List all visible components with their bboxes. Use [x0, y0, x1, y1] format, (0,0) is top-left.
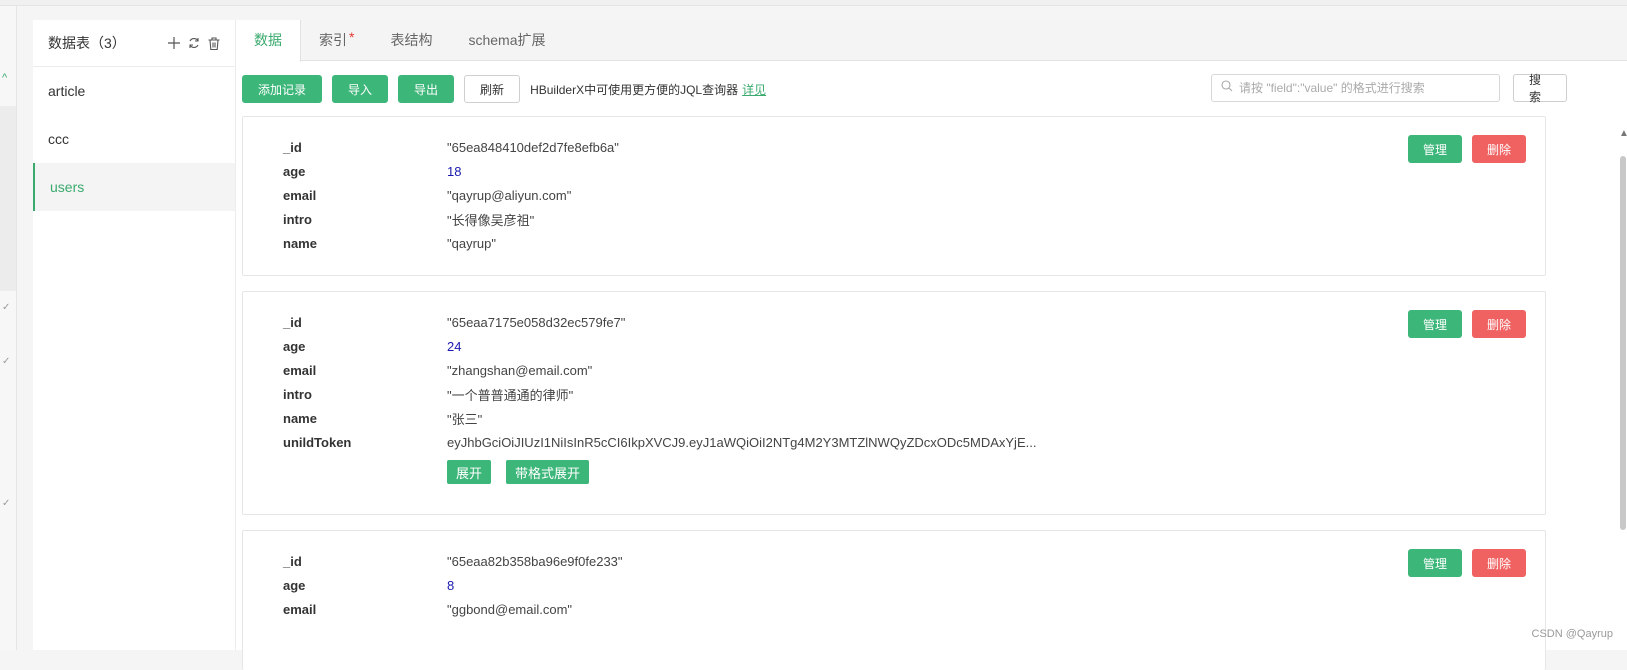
- expand-button[interactable]: 展开: [447, 460, 491, 484]
- field-key: name: [283, 236, 447, 251]
- field-row: intro"长得像吴彦祖": [283, 207, 534, 231]
- field-row: _id"65eaa7175e058d32ec579fe7": [283, 310, 625, 334]
- add-record-button[interactable]: 添加记录: [242, 75, 322, 103]
- left-nav-strip: ^ ✓ ✓ ✓: [0, 6, 17, 650]
- field-key: age: [283, 164, 447, 179]
- check-icon: ✓: [2, 356, 10, 367]
- field-value: "长得像吴彦祖": [447, 210, 534, 229]
- field-value: "一个普普通通的律师": [447, 385, 573, 404]
- manage-button[interactable]: 管理: [1408, 310, 1462, 338]
- delete-button[interactable]: 删除: [1472, 135, 1526, 163]
- jql-tip: HBuilderX中可使用更方便的JQL查询器详见: [530, 81, 766, 98]
- field-key: _id: [283, 315, 447, 330]
- tab-index[interactable]: 索引*: [301, 20, 372, 60]
- sidebar-item-ccc[interactable]: ccc: [33, 115, 235, 163]
- field-key: _id: [283, 554, 447, 569]
- manage-button[interactable]: 管理: [1408, 135, 1462, 163]
- expand-actions: 展开 带格式展开: [447, 460, 589, 484]
- record-actions: 管理 删除: [1408, 549, 1526, 577]
- trash-icon[interactable]: [208, 37, 220, 50]
- search-icon: [1221, 79, 1233, 97]
- check-icon: ✓: [2, 302, 10, 313]
- tab-index-label: 索引: [319, 32, 347, 48]
- sidebar-title: 数据表（3）: [48, 33, 126, 53]
- field-value: "65eaa82b358ba96e9f0fe233": [447, 554, 623, 569]
- field-key: unildToken: [283, 435, 447, 450]
- watermark: CSDN @Qayrup: [1532, 628, 1613, 640]
- field-value: "qayrup": [447, 236, 496, 251]
- field-row: email"qayrup@aliyun.com": [283, 183, 571, 207]
- field-key: intro: [283, 387, 447, 402]
- required-star-icon: *: [349, 29, 354, 45]
- toolbar: 添加记录 导入 导出 刷新 HBuilderX中可使用更方便的JQL查询器详见 …: [242, 74, 1627, 104]
- search-button[interactable]: 搜索: [1513, 74, 1567, 102]
- field-value: 8: [447, 578, 454, 593]
- window-top-bar: [0, 0, 1627, 6]
- collection-sidebar: 数据表（3） article ccc users: [33, 20, 236, 650]
- field-row: name"张三": [283, 406, 482, 430]
- sidebar-item-article[interactable]: article: [33, 67, 235, 115]
- left-nav-selected: [0, 106, 16, 291]
- tab-bar: 数据 索引* 表结构 schema扩展: [236, 20, 1627, 61]
- vertical-scrollbar[interactable]: ▲: [1619, 120, 1627, 540]
- check-icon: ✓: [2, 498, 10, 509]
- field-value: "qayrup@aliyun.com": [447, 188, 571, 203]
- manage-button[interactable]: 管理: [1408, 549, 1462, 577]
- search-box: [1211, 74, 1500, 102]
- field-value: "zhangshan@email.com": [447, 363, 592, 378]
- record-card: _id"65eaa82b358ba96e9f0fe233" age8 email…: [242, 530, 1546, 670]
- field-row: email"zhangshan@email.com": [283, 358, 592, 382]
- expand-formatted-button[interactable]: 带格式展开: [506, 460, 589, 484]
- record-actions: 管理 删除: [1408, 135, 1526, 163]
- scroll-up-arrow-icon[interactable]: ▲: [1619, 128, 1627, 139]
- field-value: "ggbond@email.com": [447, 602, 572, 617]
- field-value: "65ea848410def2d7fe8efb6a": [447, 140, 619, 155]
- search-input[interactable]: [1239, 81, 1479, 95]
- field-row: name"qayrup": [283, 231, 496, 255]
- jql-tip-text: HBuilderX中可使用更方便的JQL查询器: [530, 83, 738, 97]
- delete-button[interactable]: 删除: [1472, 549, 1526, 577]
- field-value: "65eaa7175e058d32ec579fe7": [447, 315, 625, 330]
- field-row: age8: [283, 573, 454, 597]
- jql-tip-link[interactable]: 详见: [742, 83, 766, 97]
- record-card: _id"65eaa7175e058d32ec579fe7" age24 emai…: [242, 291, 1546, 515]
- field-key: email: [283, 602, 447, 617]
- tab-schema-ext[interactable]: schema扩展: [450, 20, 563, 60]
- record-actions: 管理 删除: [1408, 310, 1526, 338]
- field-row: email"ggbond@email.com": [283, 597, 572, 621]
- refresh-icon[interactable]: [188, 37, 200, 49]
- field-key: age: [283, 578, 447, 593]
- field-row: unildTokeneyJhbGciOiJIUzI1NiIsInR5cCI6Ik…: [283, 430, 1036, 454]
- field-value: 24: [447, 339, 461, 354]
- field-row: _id"65ea848410def2d7fe8efb6a": [283, 135, 619, 159]
- tab-structure[interactable]: 表结构: [372, 20, 450, 60]
- field-row: age18: [283, 159, 461, 183]
- field-key: intro: [283, 212, 447, 227]
- export-button[interactable]: 导出: [398, 75, 454, 103]
- delete-button[interactable]: 删除: [1472, 310, 1526, 338]
- record-card: _id"65ea848410def2d7fe8efb6a" age18 emai…: [242, 116, 1546, 276]
- field-value: "张三": [447, 409, 482, 428]
- add-icon[interactable]: [168, 37, 180, 49]
- field-row: _id"65eaa82b358ba96e9f0fe233": [283, 549, 623, 573]
- field-row: intro"一个普普通通的律师": [283, 382, 573, 406]
- field-row: age24: [283, 334, 461, 358]
- field-key: name: [283, 411, 447, 426]
- sidebar-header: 数据表（3）: [33, 20, 235, 67]
- field-value: 18: [447, 164, 461, 179]
- main-panel: 数据 索引* 表结构 schema扩展 添加记录 导入 导出 刷新 HBuild…: [236, 20, 1627, 650]
- sidebar-item-users[interactable]: users: [33, 163, 235, 211]
- field-key: email: [283, 188, 447, 203]
- field-value: eyJhbGciOiJIUzI1NiIsInR5cCI6IkpXVCJ9.eyJ…: [447, 435, 1036, 450]
- scrollbar-thumb[interactable]: [1620, 156, 1626, 530]
- collapse-caret-icon[interactable]: ^: [2, 72, 7, 84]
- tab-data[interactable]: 数据: [236, 20, 301, 62]
- field-key: age: [283, 339, 447, 354]
- refresh-button[interactable]: 刷新: [464, 75, 520, 103]
- field-key: email: [283, 363, 447, 378]
- import-button[interactable]: 导入: [332, 75, 388, 103]
- field-key: _id: [283, 140, 447, 155]
